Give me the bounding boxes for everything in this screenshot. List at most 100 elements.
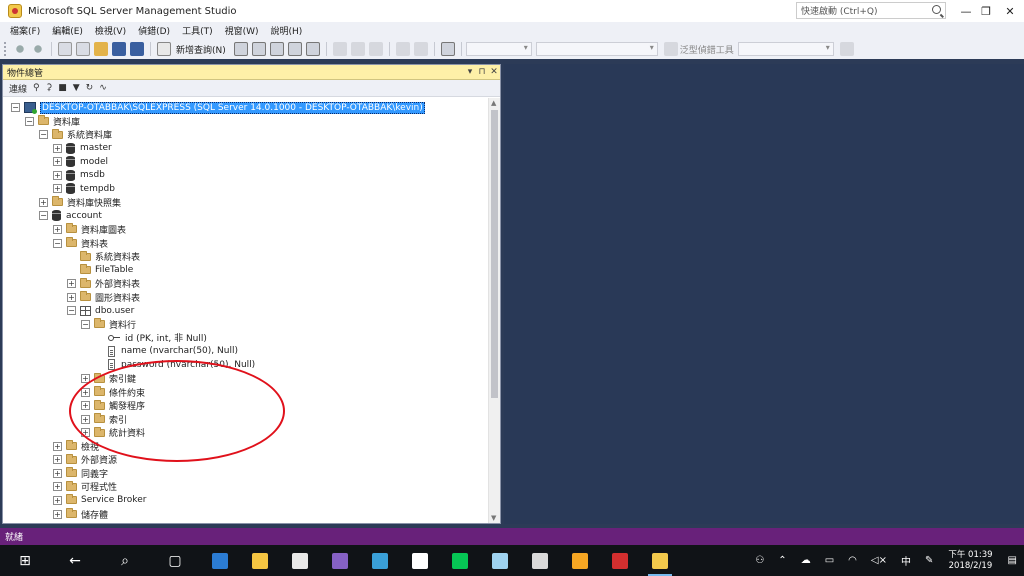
tree-node[interactable]: + Service Broker — [53, 494, 146, 507]
expand-icon[interactable]: + — [39, 197, 48, 207]
tree-node-label[interactable]: 可程式性 — [81, 480, 117, 493]
undo-icon[interactable] — [395, 42, 410, 56]
search-icon[interactable] — [932, 5, 941, 14]
tree-node-label[interactable]: id (PK, int, 非 Null) — [125, 331, 207, 344]
new-query-button[interactable]: 新增查詢(N) — [176, 43, 226, 56]
collapse-icon[interactable]: − — [53, 238, 62, 248]
collapse-icon[interactable]: − — [39, 130, 48, 140]
expand-icon[interactable]: + — [81, 401, 90, 411]
start-debug-icon[interactable] — [663, 42, 678, 56]
tree-node[interactable]: + master — [53, 142, 112, 155]
expand-icon[interactable]: + — [53, 455, 62, 465]
notification-icon[interactable]: ▤ — [1008, 555, 1017, 566]
find-icon[interactable] — [839, 42, 854, 56]
tree-node[interactable]: + 索引鍵 — [81, 372, 136, 385]
tree-node[interactable]: 系統資料表 — [67, 250, 140, 263]
tree-node[interactable]: + 圖形資料表 — [67, 291, 140, 304]
connect-plug-icon[interactable]: ⚲ — [33, 83, 40, 93]
volume-icon[interactable]: ◁× — [871, 555, 887, 566]
taskbar-item[interactable] — [280, 545, 320, 576]
taskbar-item[interactable] — [440, 545, 480, 576]
tree-node-label[interactable]: Service Broker — [81, 495, 146, 505]
tree-node-label[interactable]: 系統資料庫 — [67, 128, 112, 141]
expand-icon[interactable]: + — [53, 170, 62, 180]
refresh-icon[interactable]: ↻ — [86, 83, 94, 93]
tree-node-label[interactable]: 資料表 — [81, 237, 108, 250]
taskbar-item[interactable] — [240, 545, 280, 576]
collapse-icon[interactable]: − — [81, 319, 90, 329]
tree-node-label[interactable]: master — [80, 143, 112, 153]
taskbar-item[interactable] — [560, 545, 600, 576]
save-all-icon[interactable] — [130, 42, 144, 56]
expand-icon[interactable]: + — [81, 374, 90, 383]
menu-help[interactable]: 說明(H) — [265, 24, 309, 37]
expand-icon[interactable]: + — [81, 387, 90, 397]
tree-node-label[interactable]: 索引 — [109, 413, 127, 426]
tree-node-label[interactable]: password (nvarchar(50), Null) — [121, 360, 255, 370]
collapse-icon[interactable]: − — [11, 103, 20, 112]
taskbar-item[interactable] — [320, 545, 360, 576]
menu-window[interactable]: 視窗(W) — [219, 24, 265, 37]
tree-node[interactable]: + 索引 — [81, 413, 127, 426]
taskbar-item[interactable] — [480, 545, 520, 576]
menu-file[interactable]: 檔案(F) — [4, 24, 46, 37]
panel-menu-icon[interactable]: ▾ — [464, 67, 476, 77]
expand-icon[interactable]: + — [53, 468, 62, 478]
new-query-icon[interactable] — [157, 42, 171, 56]
chevron-up-icon[interactable]: ⌃ — [778, 555, 786, 566]
tree-node[interactable]: + 資料庫快照集 — [39, 196, 121, 209]
redo-icon[interactable] — [413, 42, 428, 56]
tree-node[interactable]: + 外部資源 — [53, 453, 117, 466]
scroll-thumb[interactable] — [491, 110, 498, 398]
activity-monitor-icon[interactable] — [440, 42, 455, 56]
menu-debug[interactable]: 偵錯(D) — [132, 24, 176, 37]
tree-node-label[interactable]: 資料庫快照集 — [67, 196, 121, 209]
expand-icon[interactable]: + — [67, 292, 76, 302]
tree-node-label[interactable]: 資料庫圖表 — [81, 223, 126, 236]
tree-node[interactable]: + msdb — [53, 169, 105, 182]
toolbar-grip[interactable] — [4, 42, 7, 56]
scroll-down-icon[interactable]: ▼ — [491, 514, 496, 522]
tree-node[interactable]: password (nvarchar(50), Null) — [95, 358, 255, 371]
tree-node-label[interactable]: FileTable — [95, 265, 133, 275]
debugger-target-select[interactable] — [737, 42, 834, 56]
vertical-scrollbar[interactable]: ▲ ▼ — [488, 98, 500, 523]
expand-icon[interactable]: + — [53, 184, 62, 194]
ime-indicator[interactable]: 中 — [901, 553, 911, 568]
tree-node-label[interactable]: 索引鍵 — [109, 372, 136, 385]
forward-icon[interactable] — [31, 42, 45, 56]
tree-node[interactable]: FileTable — [67, 264, 133, 277]
taskbar-item[interactable]: ▢ — [150, 545, 200, 576]
menu-view[interactable]: 檢視(V) — [89, 24, 132, 37]
collapse-icon[interactable]: − — [25, 116, 34, 126]
tree-node-label[interactable]: 統計資料 — [109, 426, 145, 439]
cut-icon[interactable] — [332, 42, 347, 56]
wifi-icon[interactable]: ◠ — [848, 555, 857, 566]
tree-node-label[interactable]: account — [66, 211, 102, 221]
taskbar-item[interactable] — [520, 545, 560, 576]
tree-node[interactable]: − 資料行 — [81, 318, 136, 331]
expand-icon[interactable]: + — [53, 157, 62, 167]
database-select[interactable] — [465, 42, 532, 56]
tree-node[interactable]: + 檢視 — [53, 440, 99, 453]
dax-query-icon[interactable] — [305, 42, 320, 56]
tree-node-label[interactable]: 資料行 — [109, 318, 136, 331]
tree-node[interactable]: + 可程式性 — [53, 480, 117, 493]
tree-node[interactable]: id (PK, int, 非 Null) — [95, 331, 207, 344]
paste-icon[interactable] — [368, 42, 383, 56]
taskbar-item[interactable] — [400, 545, 440, 576]
tree-node[interactable]: + 觸發程序 — [81, 399, 145, 412]
cloud-icon[interactable]: ☁ — [801, 555, 811, 566]
expand-icon[interactable]: + — [81, 414, 90, 424]
tree-node-label[interactable]: 資料庫 — [53, 115, 80, 128]
expand-icon[interactable]: + — [67, 279, 76, 289]
new-project-icon[interactable] — [58, 42, 72, 56]
tree-node[interactable]: name (nvarchar(50), Null) — [95, 345, 238, 358]
tree-node-label[interactable]: dbo.user — [95, 306, 134, 316]
quick-launch-input[interactable]: 快速啟動 (Ctrl+Q) — [796, 2, 946, 19]
tree-node[interactable]: + 外部資料表 — [67, 277, 140, 290]
tree-node-label[interactable]: 同義字 — [81, 467, 108, 480]
db-engine-query-icon[interactable] — [233, 42, 248, 56]
taskbar-item[interactable] — [640, 545, 680, 576]
stop-icon[interactable]: ■ — [58, 83, 67, 93]
